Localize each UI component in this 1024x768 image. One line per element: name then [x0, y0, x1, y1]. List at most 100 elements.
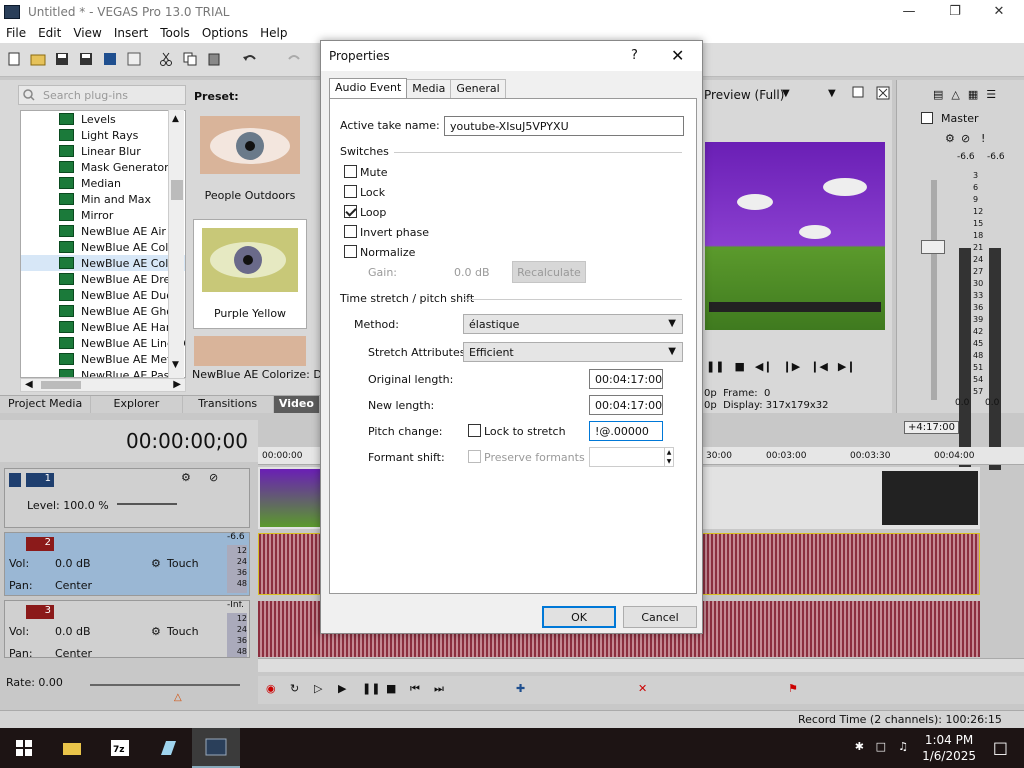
scroll-thumb[interactable] — [171, 180, 183, 200]
plugin-list-item[interactable]: NewBlue AE DuoC — [21, 287, 185, 303]
recalculate-button[interactable]: Recalculate — [512, 261, 586, 283]
plugin-list-item[interactable]: NewBlue AE Color — [21, 239, 185, 255]
volume-icon[interactable]: ♫ — [898, 740, 908, 753]
preset-thumb-people-outdoors[interactable]: People Outdoors — [194, 112, 306, 208]
tab-project-media[interactable]: Project Media — [0, 396, 92, 413]
scroll-down-icon[interactable]: ▼ — [172, 360, 179, 370]
preset-thumb-partial[interactable] — [194, 336, 306, 366]
undo-icon[interactable] — [242, 51, 258, 67]
plugin-list-item[interactable]: Median — [21, 175, 185, 191]
network-icon[interactable]: ✱ — [855, 740, 864, 753]
cut-icon[interactable] — [158, 51, 174, 67]
play-from-start-icon[interactable]: ▷ — [314, 682, 322, 695]
lock-to-stretch-checkbox[interactable] — [468, 424, 481, 437]
plugin-list-item[interactable]: Mask Generator — [21, 159, 185, 175]
stretch-attrs-dropdown[interactable]: Efficient ▼ — [463, 342, 683, 362]
active-take-input[interactable]: youtube-XIsuJ5VPYXU — [444, 116, 684, 136]
video-clip-end[interactable] — [882, 471, 978, 525]
scroll-left-icon[interactable]: ◀ — [25, 379, 33, 390]
automation-mode[interactable]: Touch — [167, 625, 199, 638]
menu-file[interactable]: File — [0, 26, 32, 40]
mixer-icon[interactable]: △ — [951, 88, 959, 101]
video-clip-start[interactable] — [260, 469, 320, 527]
timeline-hscrollbar[interactable] — [258, 658, 1024, 672]
7zip-icon[interactable]: 7z — [96, 728, 144, 768]
new-file-icon[interactable] — [6, 51, 22, 67]
audio-track-3-header[interactable]: 3 Vol: 0.0 dB Pan: Center ⚙ Touch -Inf. … — [4, 600, 250, 658]
tab-audio-event[interactable]: Audio Event — [329, 78, 408, 99]
properties-icon[interactable] — [126, 51, 142, 67]
stop-icon[interactable]: ■ — [734, 360, 744, 373]
new-length-field[interactable]: 00:04:17:00 — [589, 395, 663, 415]
plugin-list-item[interactable]: NewBlue AE Ghos — [21, 303, 185, 319]
edit-tool-icon[interactable]: ✚ — [516, 682, 525, 695]
plugin-list-item[interactable]: NewBlue AE Paste — [21, 367, 185, 377]
file-explorer-icon[interactable] — [48, 728, 96, 768]
go-to-start-icon[interactable]: ⏮ — [410, 682, 420, 696]
master-fader-track[interactable] — [931, 180, 937, 400]
preserve-formants-checkbox[interactable] — [468, 450, 481, 463]
tab-video-fx[interactable]: Video — [273, 396, 320, 413]
automation-mode[interactable]: Touch — [167, 557, 199, 570]
scroll-up-icon[interactable]: ▲ — [172, 114, 179, 124]
tab-media[interactable]: Media — [406, 79, 452, 99]
start-windows-icon[interactable] — [0, 728, 48, 768]
menu-view[interactable]: View — [67, 26, 107, 40]
paste-icon[interactable] — [206, 51, 222, 67]
solo-icon[interactable]: ! — [981, 132, 985, 145]
render-icon[interactable] — [102, 51, 118, 67]
menu-help[interactable]: Help — [254, 26, 293, 40]
pause-icon[interactable]: ❚❚ — [706, 360, 724, 373]
loop-icon[interactable]: ↻ — [290, 682, 299, 695]
app-icon[interactable] — [144, 728, 192, 768]
scroll-right-icon[interactable]: ▶ — [173, 379, 181, 390]
video-track-header[interactable]: 1 Level: 100.0 % ⚙ ⊘ — [4, 468, 250, 528]
tab-general[interactable]: General — [450, 79, 506, 99]
rate-slider[interactable] — [90, 684, 240, 686]
switch-checkbox-invert-phase[interactable] — [344, 225, 357, 238]
close-dialog-button[interactable]: ✕ — [671, 46, 684, 65]
prev-frame-icon[interactable]: ◀❙ — [755, 360, 773, 373]
ok-button[interactable]: OK — [542, 606, 616, 628]
redo-icon[interactable] — [286, 51, 302, 67]
tab-explorer[interactable]: Explorer — [91, 396, 183, 413]
pitch-change-input[interactable]: !@.00000 — [589, 421, 663, 441]
next-frame-icon[interactable]: ❙▶ — [783, 360, 801, 373]
plugin-list-item[interactable]: NewBlue AE Air Br — [21, 223, 185, 239]
plugin-list-item[interactable]: Min and Max — [21, 191, 185, 207]
automation-icon[interactable]: ⚙ — [151, 557, 161, 570]
plugin-search-input[interactable]: Search plug-ins — [18, 85, 186, 105]
switch-checkbox-lock[interactable] — [344, 185, 357, 198]
formant-spinner[interactable]: ▲ ▼ — [664, 447, 674, 467]
notifications-icon[interactable]: □ — [993, 738, 1008, 757]
master-select-icon[interactable] — [921, 112, 933, 124]
settings-icon[interactable]: ☰ — [986, 88, 996, 101]
save-as-icon[interactable] — [78, 51, 94, 67]
automation-icon[interactable]: ⚙ — [151, 625, 161, 638]
plugin-list-item[interactable]: NewBlue AE Hand — [21, 319, 185, 335]
switch-checkbox-mute[interactable] — [344, 165, 357, 178]
mute-icon[interactable]: ⊘ — [961, 132, 970, 145]
menu-edit[interactable]: Edit — [32, 26, 67, 40]
formant-shift-input[interactable] — [589, 447, 665, 467]
cancel-button[interactable]: Cancel — [623, 606, 697, 628]
plugin-list-item[interactable]: NewBlue AE Color — [21, 255, 185, 271]
preset-thumb-purple-yellow[interactable]: Purple Yellow — [194, 220, 306, 328]
plugin-list-item[interactable]: Mirror — [21, 207, 185, 223]
stop-icon[interactable]: ■ — [386, 682, 396, 695]
plugin-list-item[interactable]: NewBlue AE Line D — [21, 335, 185, 351]
chevron-down-icon[interactable]: ▼ — [782, 88, 790, 99]
copy-snapshot-icon[interactable] — [852, 86, 866, 100]
hscroll-thumb[interactable] — [41, 381, 81, 389]
chevron-down-icon[interactable]: ▼ — [828, 88, 836, 99]
level-slider[interactable] — [117, 503, 177, 505]
bus-icon[interactable]: ▤ — [933, 88, 943, 101]
close-preview-icon[interactable] — [876, 86, 890, 100]
plugin-list-item[interactable]: NewBlue AE Drear — [21, 271, 185, 287]
switch-checkbox-normalize[interactable] — [344, 245, 357, 258]
copy-icon[interactable] — [182, 51, 198, 67]
taskbar-clock[interactable]: 1:04 PM 1/6/2025 — [922, 732, 976, 764]
open-folder-icon[interactable] — [30, 51, 46, 67]
tab-transitions[interactable]: Transitions — [183, 396, 274, 413]
delete-icon[interactable]: ✕ — [638, 682, 647, 695]
